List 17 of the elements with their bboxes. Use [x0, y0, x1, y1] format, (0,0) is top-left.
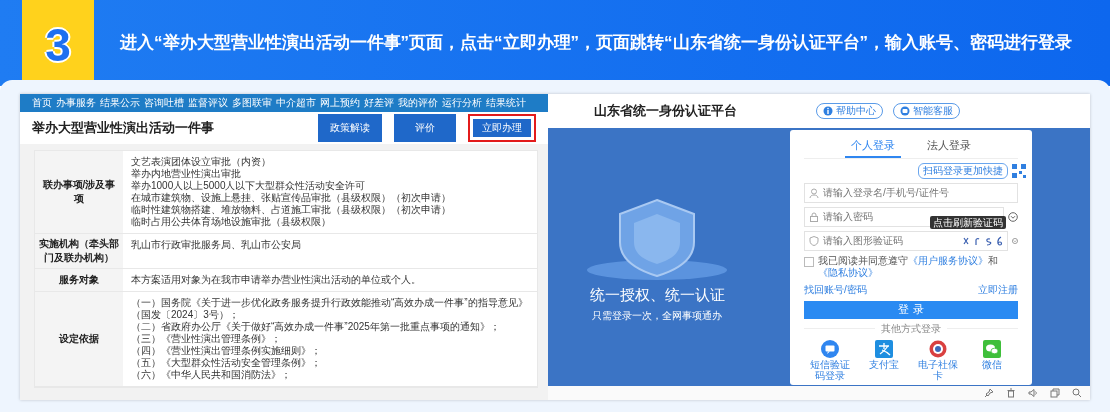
table-cell-text: 本方案适用对象为在我市申请举办营业性演出活动的单位或个人。 [130, 273, 422, 287]
agreement-text: 我已阅读并同意遵守《用户服务协议》和 《隐私协议》 [818, 254, 999, 279]
qr-hint-tag: 扫码登录更加快捷 [918, 162, 1008, 179]
subslogan-text: 只需登录一次，全网事项通办 [592, 308, 722, 323]
platform-title: 山东省统一身份认证平台 [594, 102, 737, 120]
table-header-cell: 实施机构（牵头部门及联办机构） [35, 234, 123, 268]
table-cell-text: 乳山市行政审批服务局、乳山市公安局 [130, 238, 302, 252]
table-header-cell: 联办事项/涉及事项 [35, 151, 123, 233]
page-title: 举办大型营业性演出活动一件事 [32, 119, 214, 137]
other-login-heading: 其他方式登录 [875, 321, 947, 336]
table-header-cell: 服务对象 [35, 269, 123, 291]
slogan-text: 统一授权、统一认证 [589, 285, 725, 305]
table-header-cell: 设定依据 [35, 292, 123, 386]
table-cell-text: （一）国务院《关于进一步优化政务服务提升行政效能推动“高效办成一件事”的指导意见》（国发〔2024〕3号）； （二）省政府办公厅《关于做好“高效办成一件事”2025年第一批重点事项的通知》； （三）《营业性演出管理条例》； （四）《营业性演出管理条例实施细则》； （五）《大型群众性活动安全管理条例》； （六）《中华人民共和国消防法》； [130, 296, 529, 382]
step-instruction: 进入“举办大型营业性演出活动一件事”页面，点击“立即办理”，页面跳转“山东省统一身份认证平台”，输入账号、密码进行登录 [120, 32, 1072, 54]
step-number: 3 [45, 22, 71, 68]
table-cell-text: 文艺表演团体设立审批（内资） 举办内地营业性演出审批 举办1000人以上5000人以下大型群众性活动安全许可 在城市建筑物、设施上悬挂、张贴宣传品审批（县级权限）（初次申请） 临时性建筑物搭建、堆放物料、占道施工审批（县级权限）（初次申请） 临时占用公共体育场地设施审批（县级权限） [130, 155, 452, 229]
